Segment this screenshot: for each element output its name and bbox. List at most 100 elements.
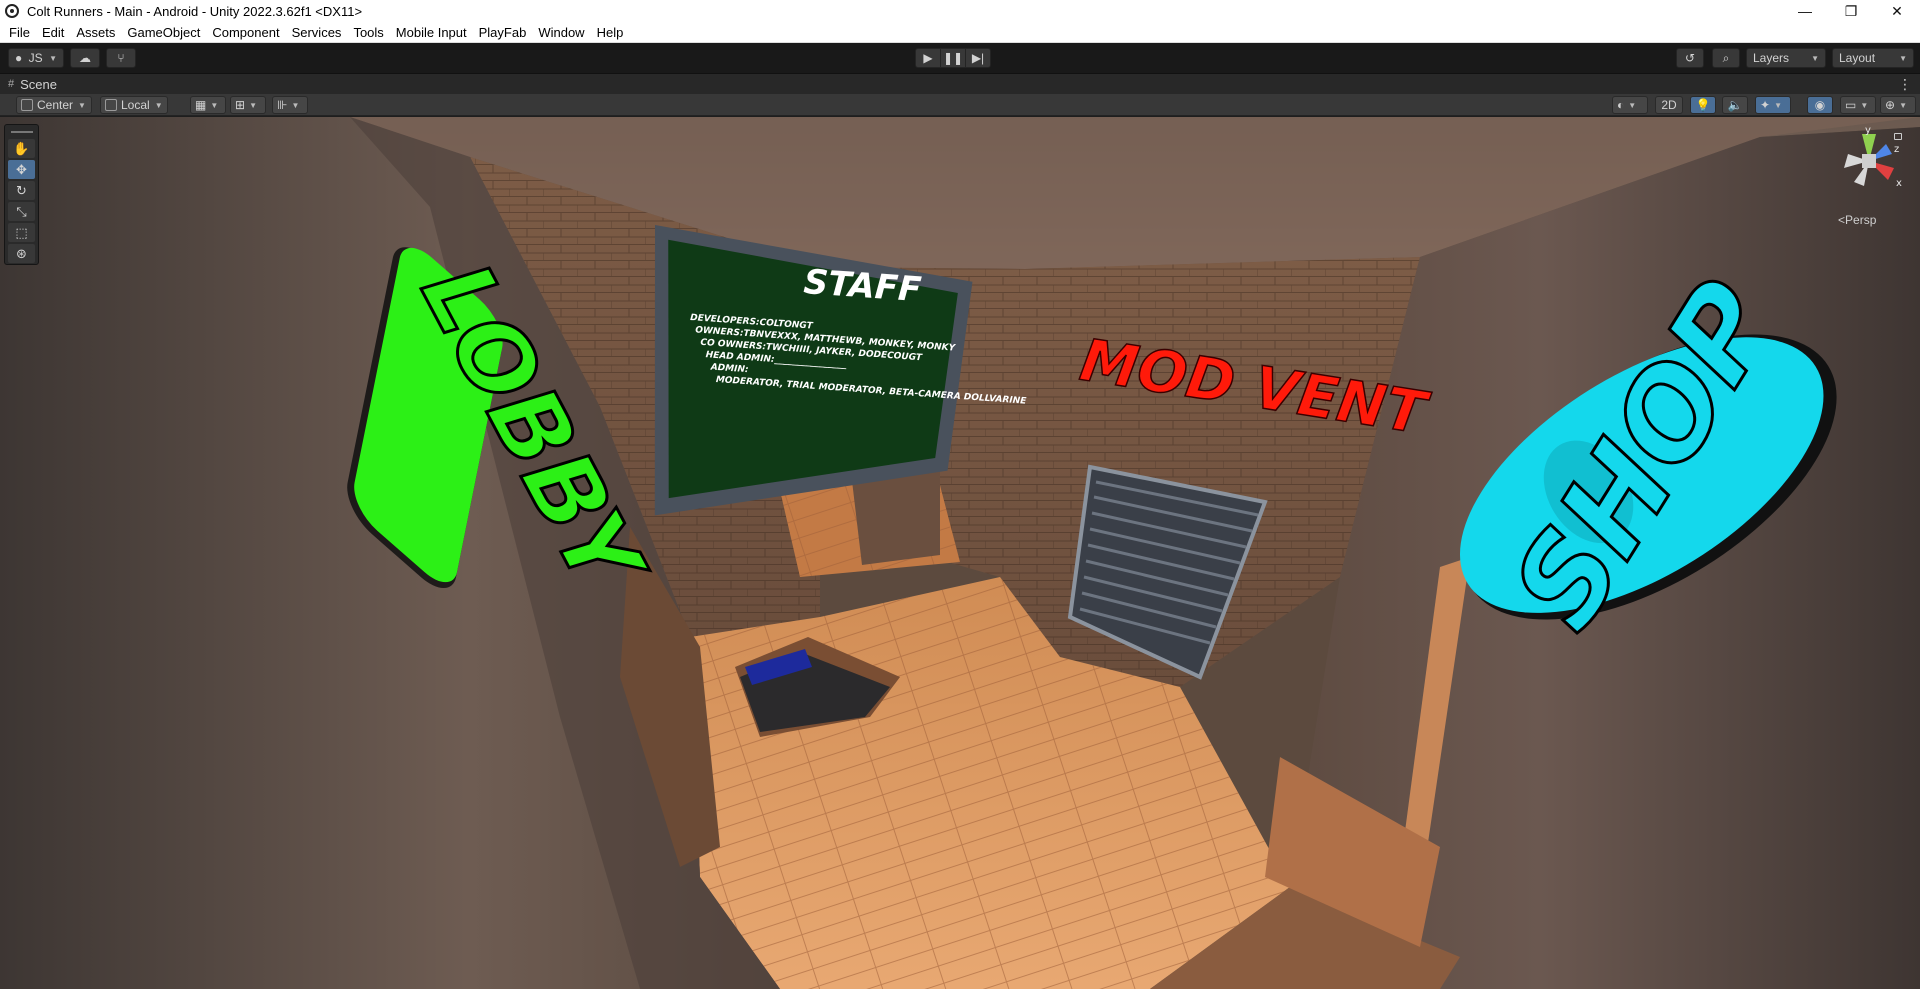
transform-tool-button[interactable]: ⊛ [8, 244, 35, 263]
overlay-grip[interactable] [10, 131, 33, 133]
chevron-down-icon: ▼ [1899, 100, 1907, 110]
pivot-icon [21, 99, 33, 111]
gizmos-dropdown[interactable]: ⊕ ▼ [1880, 96, 1916, 114]
branch-icon: ⑂ [117, 51, 125, 65]
scale-icon: ⤡ [16, 203, 27, 219]
account-label: JS [28, 51, 43, 65]
scene-toolbar: Center ▼ Local ▼ ▦ ▼ ⊞ ▼ ⊪ ▼ ◐ ▼ 2D 💡 🔈 ✦ ▼ ◉… [0, 94, 1920, 116]
menu-tools[interactable]: Tools [347, 22, 389, 43]
space-label: Local [121, 98, 150, 112]
staff-board-title: STAFF [802, 262, 922, 310]
pause-icon: ❚❚ [942, 51, 964, 65]
play-icon: ▶ [923, 51, 933, 65]
minimize-button[interactable]: — [1782, 0, 1828, 22]
ruler-icon: ⊪ [277, 98, 288, 112]
close-button[interactable]: ✕ [1874, 0, 1920, 22]
rect-tool-button[interactable]: ⬚ [8, 223, 35, 242]
scene-tab-bar: # Scene ⋮ [0, 73, 1920, 94]
grid-snap-icon: ▦ [195, 98, 207, 112]
menu-file[interactable]: File [3, 22, 36, 43]
tab-scene-label: Scene [20, 76, 57, 92]
restore-button[interactable]: ❐ [1828, 0, 1874, 22]
layers-label: Layers [1753, 51, 1790, 65]
effects-dropdown[interactable]: ✦ ▼ [1755, 96, 1791, 114]
scene-viewport[interactable]: STAFF DEVELOPERS:COLTONGT OWNERS:TBNVEXX… [0, 117, 1920, 989]
grid-icon: ⊞ [235, 98, 246, 112]
chevron-down-icon: ▼ [1628, 100, 1637, 110]
chevron-down-icon: ▼ [154, 100, 163, 110]
gizmos-icon: ⊕ [1885, 98, 1896, 112]
hand-icon: ✋ [13, 140, 30, 156]
menu-gameobject[interactable]: GameObject [121, 22, 206, 43]
tools-overlay: ✋ ✥ ↻ ⤡ ⬚ ⊛ [4, 124, 39, 265]
chevron-down-icon: ▼ [1811, 53, 1819, 63]
main-toolbar: ● JS ▼ ☁ ⑂ ▶ ❚❚ ▶| ↺ ⌕ Layers ▼ Layout ▼ [0, 43, 1920, 73]
chevron-down-icon: ▼ [1899, 53, 1907, 63]
chevron-down-icon: ▼ [78, 100, 86, 110]
layers-dropdown[interactable]: Layers ▼ [1746, 48, 1826, 68]
window-title: Colt Runners - Main - Android - Unity 20… [27, 3, 363, 19]
shading-icon: ◐ [1617, 98, 1625, 112]
light-bulb-icon: 💡 [1695, 98, 1711, 112]
gizmo-center-cube[interactable] [1862, 154, 1876, 168]
step-icon: ▶| [971, 51, 985, 65]
local-space-icon [105, 99, 117, 111]
scale-tool-button[interactable]: ⤡ [8, 202, 35, 221]
menu-playfab[interactable]: PlayFab [473, 22, 533, 43]
menu-component[interactable]: Component [206, 22, 285, 43]
lock-icon[interactable] [1894, 133, 1902, 140]
step-button[interactable]: ▶| [965, 48, 991, 68]
menu-edit[interactable]: Edit [36, 22, 70, 43]
menu-assets[interactable]: Assets [70, 22, 121, 43]
version-control-button[interactable]: ⑂ [106, 48, 136, 68]
playmode-controls: ▶ ❚❚ ▶| [915, 48, 991, 68]
camera-icon: ▭ [1845, 98, 1857, 112]
scene-grid-icon: # [8, 78, 15, 90]
projection-toggle[interactable]: <Persp [1838, 213, 1876, 227]
gizmo-z-label: z [1894, 144, 1899, 155]
pause-button[interactable]: ❚❚ [940, 48, 966, 68]
menu-window[interactable]: Window [532, 22, 590, 43]
draw-mode-dropdown[interactable]: ◐ ▼ [1612, 96, 1648, 114]
menu-services[interactable]: Services [286, 22, 348, 43]
gizmo-y-label: y [1865, 125, 1871, 136]
history-icon: ↺ [1684, 51, 1696, 65]
search-button[interactable]: ⌕ [1712, 48, 1740, 68]
audio-toggle[interactable]: 🔈 [1722, 96, 1748, 114]
move-icon: ✥ [16, 161, 27, 177]
move-tool-button[interactable]: ✥ [8, 160, 35, 179]
pivot-mode-dropdown[interactable]: Center ▼ [16, 96, 92, 114]
window-controls: — ❐ ✕ [1782, 0, 1920, 22]
grid-snapping-button[interactable]: ▦ ▼ [190, 96, 226, 114]
chevron-down-icon: ▼ [249, 100, 257, 110]
rotate-tool-button[interactable]: ↻ [8, 181, 35, 200]
gizmo-x-label: x [1896, 178, 1902, 189]
menu-help[interactable]: Help [591, 22, 630, 43]
chevron-down-icon: ▼ [291, 100, 300, 110]
more-options-icon[interactable]: ⋮ [1898, 76, 1912, 93]
account-dropdown[interactable]: ● JS ▼ [8, 48, 64, 68]
cloud-button[interactable]: ☁ [70, 48, 100, 68]
toggle-2d-button[interactable]: 2D [1655, 96, 1683, 114]
menu-mobile-input[interactable]: Mobile Input [390, 22, 473, 43]
pivot-space-dropdown[interactable]: Local ▼ [100, 96, 168, 114]
tab-scene[interactable]: # Scene [0, 74, 57, 95]
lighting-toggle[interactable]: 💡 [1690, 96, 1716, 114]
account-icon: ● [15, 51, 23, 65]
grid-visibility-button[interactable]: ⊞ ▼ [230, 96, 266, 114]
chevron-down-icon: ▼ [210, 100, 219, 110]
unity-logo-icon [5, 4, 19, 18]
undo-history-button[interactable]: ↺ [1676, 48, 1704, 68]
increment-snap-button[interactable]: ⊪ ▼ [272, 96, 308, 114]
layout-dropdown[interactable]: Layout ▼ [1832, 48, 1914, 68]
chevron-down-icon: ▼ [1774, 100, 1782, 110]
hand-tool-button[interactable]: ✋ [8, 139, 35, 158]
rotate-icon: ↻ [16, 182, 27, 198]
camera-settings-dropdown[interactable]: ▭ ▼ [1840, 96, 1876, 114]
play-button[interactable]: ▶ [915, 48, 941, 68]
layout-label: Layout [1839, 51, 1876, 65]
chevron-down-icon: ▼ [1860, 100, 1869, 110]
scene-visibility-toggle[interactable]: ◉ [1807, 96, 1833, 114]
audio-icon: 🔈 [1727, 98, 1743, 112]
persp-icon: < [1838, 213, 1846, 227]
